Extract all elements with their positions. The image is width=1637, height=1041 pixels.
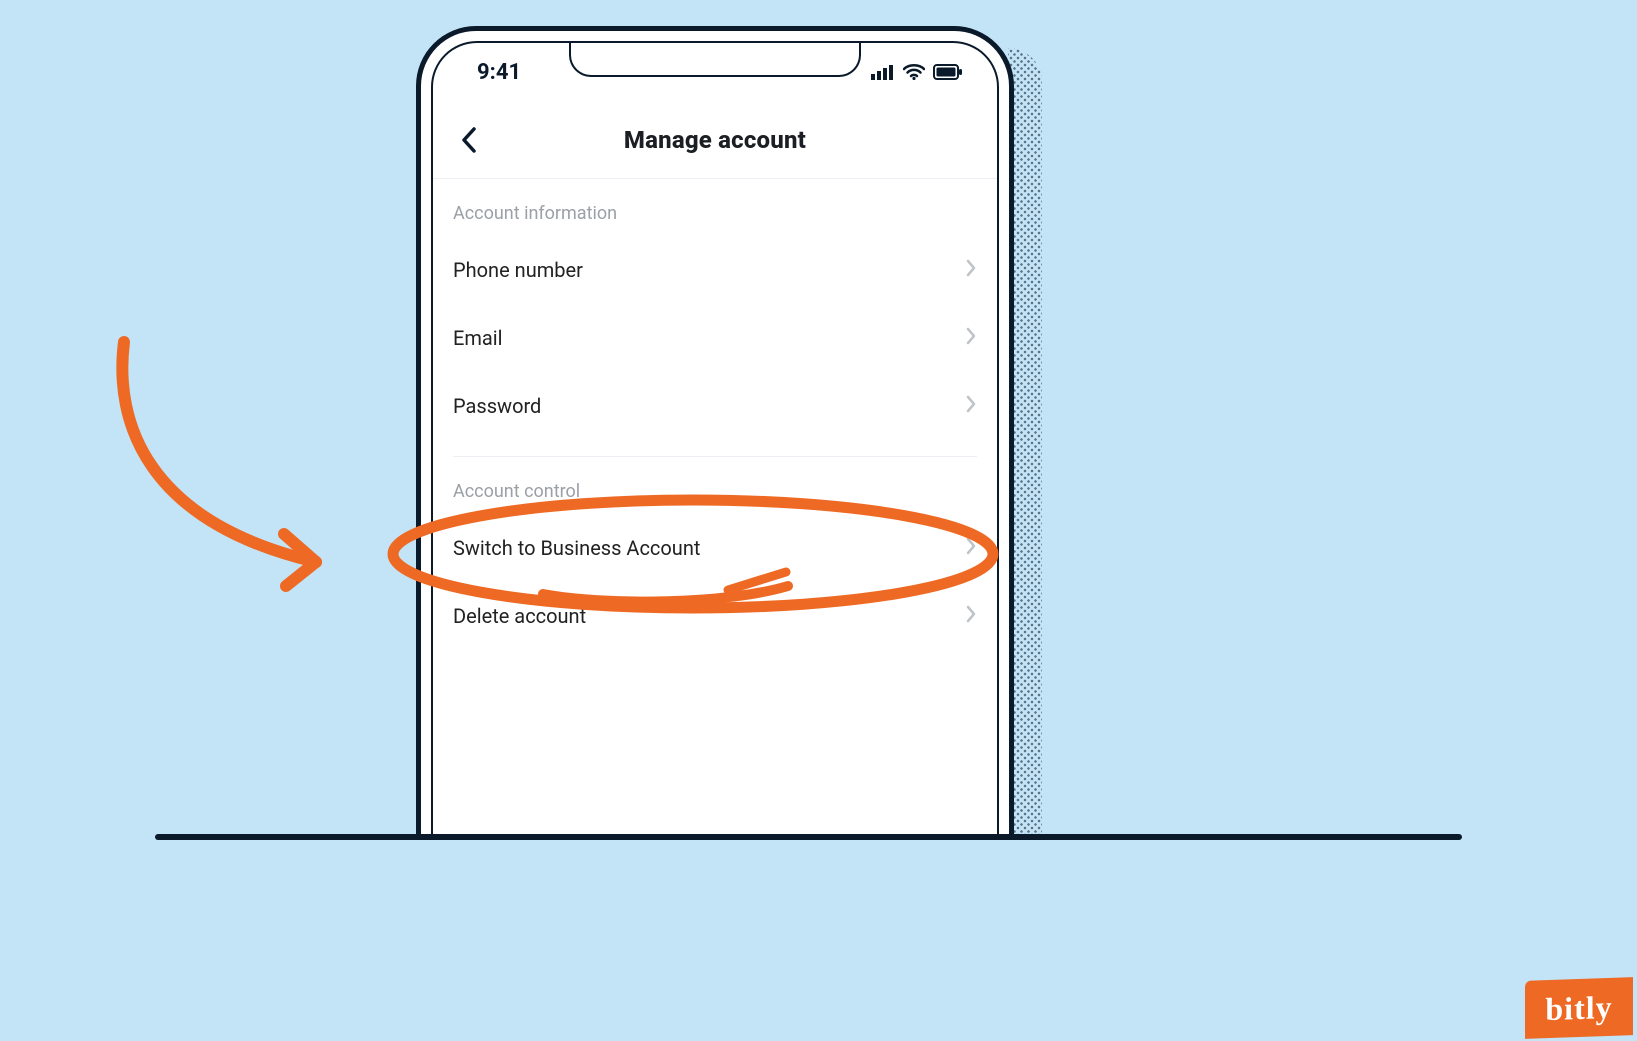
nav-bar: Manage account [433,101,997,179]
bitly-logo-text: bitly [1545,988,1612,1027]
status-bar: 9:41 [433,43,997,101]
battery-icon [933,64,963,80]
row-password[interactable]: Password [453,372,977,440]
wifi-icon [903,64,925,80]
bitly-logo-badge: bitly [1525,977,1633,1039]
chevron-right-icon [965,604,977,629]
row-delete-account[interactable]: Delete account [453,582,977,650]
page-title: Manage account [433,126,997,154]
row-label: Switch to Business Account [453,536,700,560]
ground-line [155,834,1462,840]
chevron-right-icon [965,394,977,419]
illustration-stage: 9:41 [0,0,1637,1041]
section-account-control-label: Account control [453,457,977,514]
status-indicators [871,64,963,80]
screen-content: Manage account Account information Phone… [433,101,997,840]
phone-frame: 9:41 [416,26,1014,840]
status-time: 9:41 [477,60,521,85]
row-label: Password [453,394,541,418]
chevron-right-icon [965,258,977,283]
row-email[interactable]: Email [453,304,977,372]
row-switch-to-business-account[interactable]: Switch to Business Account [453,514,977,582]
row-label: Email [453,326,503,350]
chevron-right-icon [965,536,977,561]
chevron-left-icon [460,126,478,154]
row-label: Delete account [453,604,586,628]
row-phone-number[interactable]: Phone number [453,236,977,304]
phone-screen: 9:41 [431,41,999,840]
back-button[interactable] [447,118,491,162]
settings-list: Account information Phone number Email [433,179,997,650]
annotation-arrow [106,332,356,602]
cellular-icon [871,64,895,80]
row-label: Phone number [453,258,583,282]
chevron-right-icon [965,326,977,351]
section-account-information-label: Account information [453,179,977,236]
